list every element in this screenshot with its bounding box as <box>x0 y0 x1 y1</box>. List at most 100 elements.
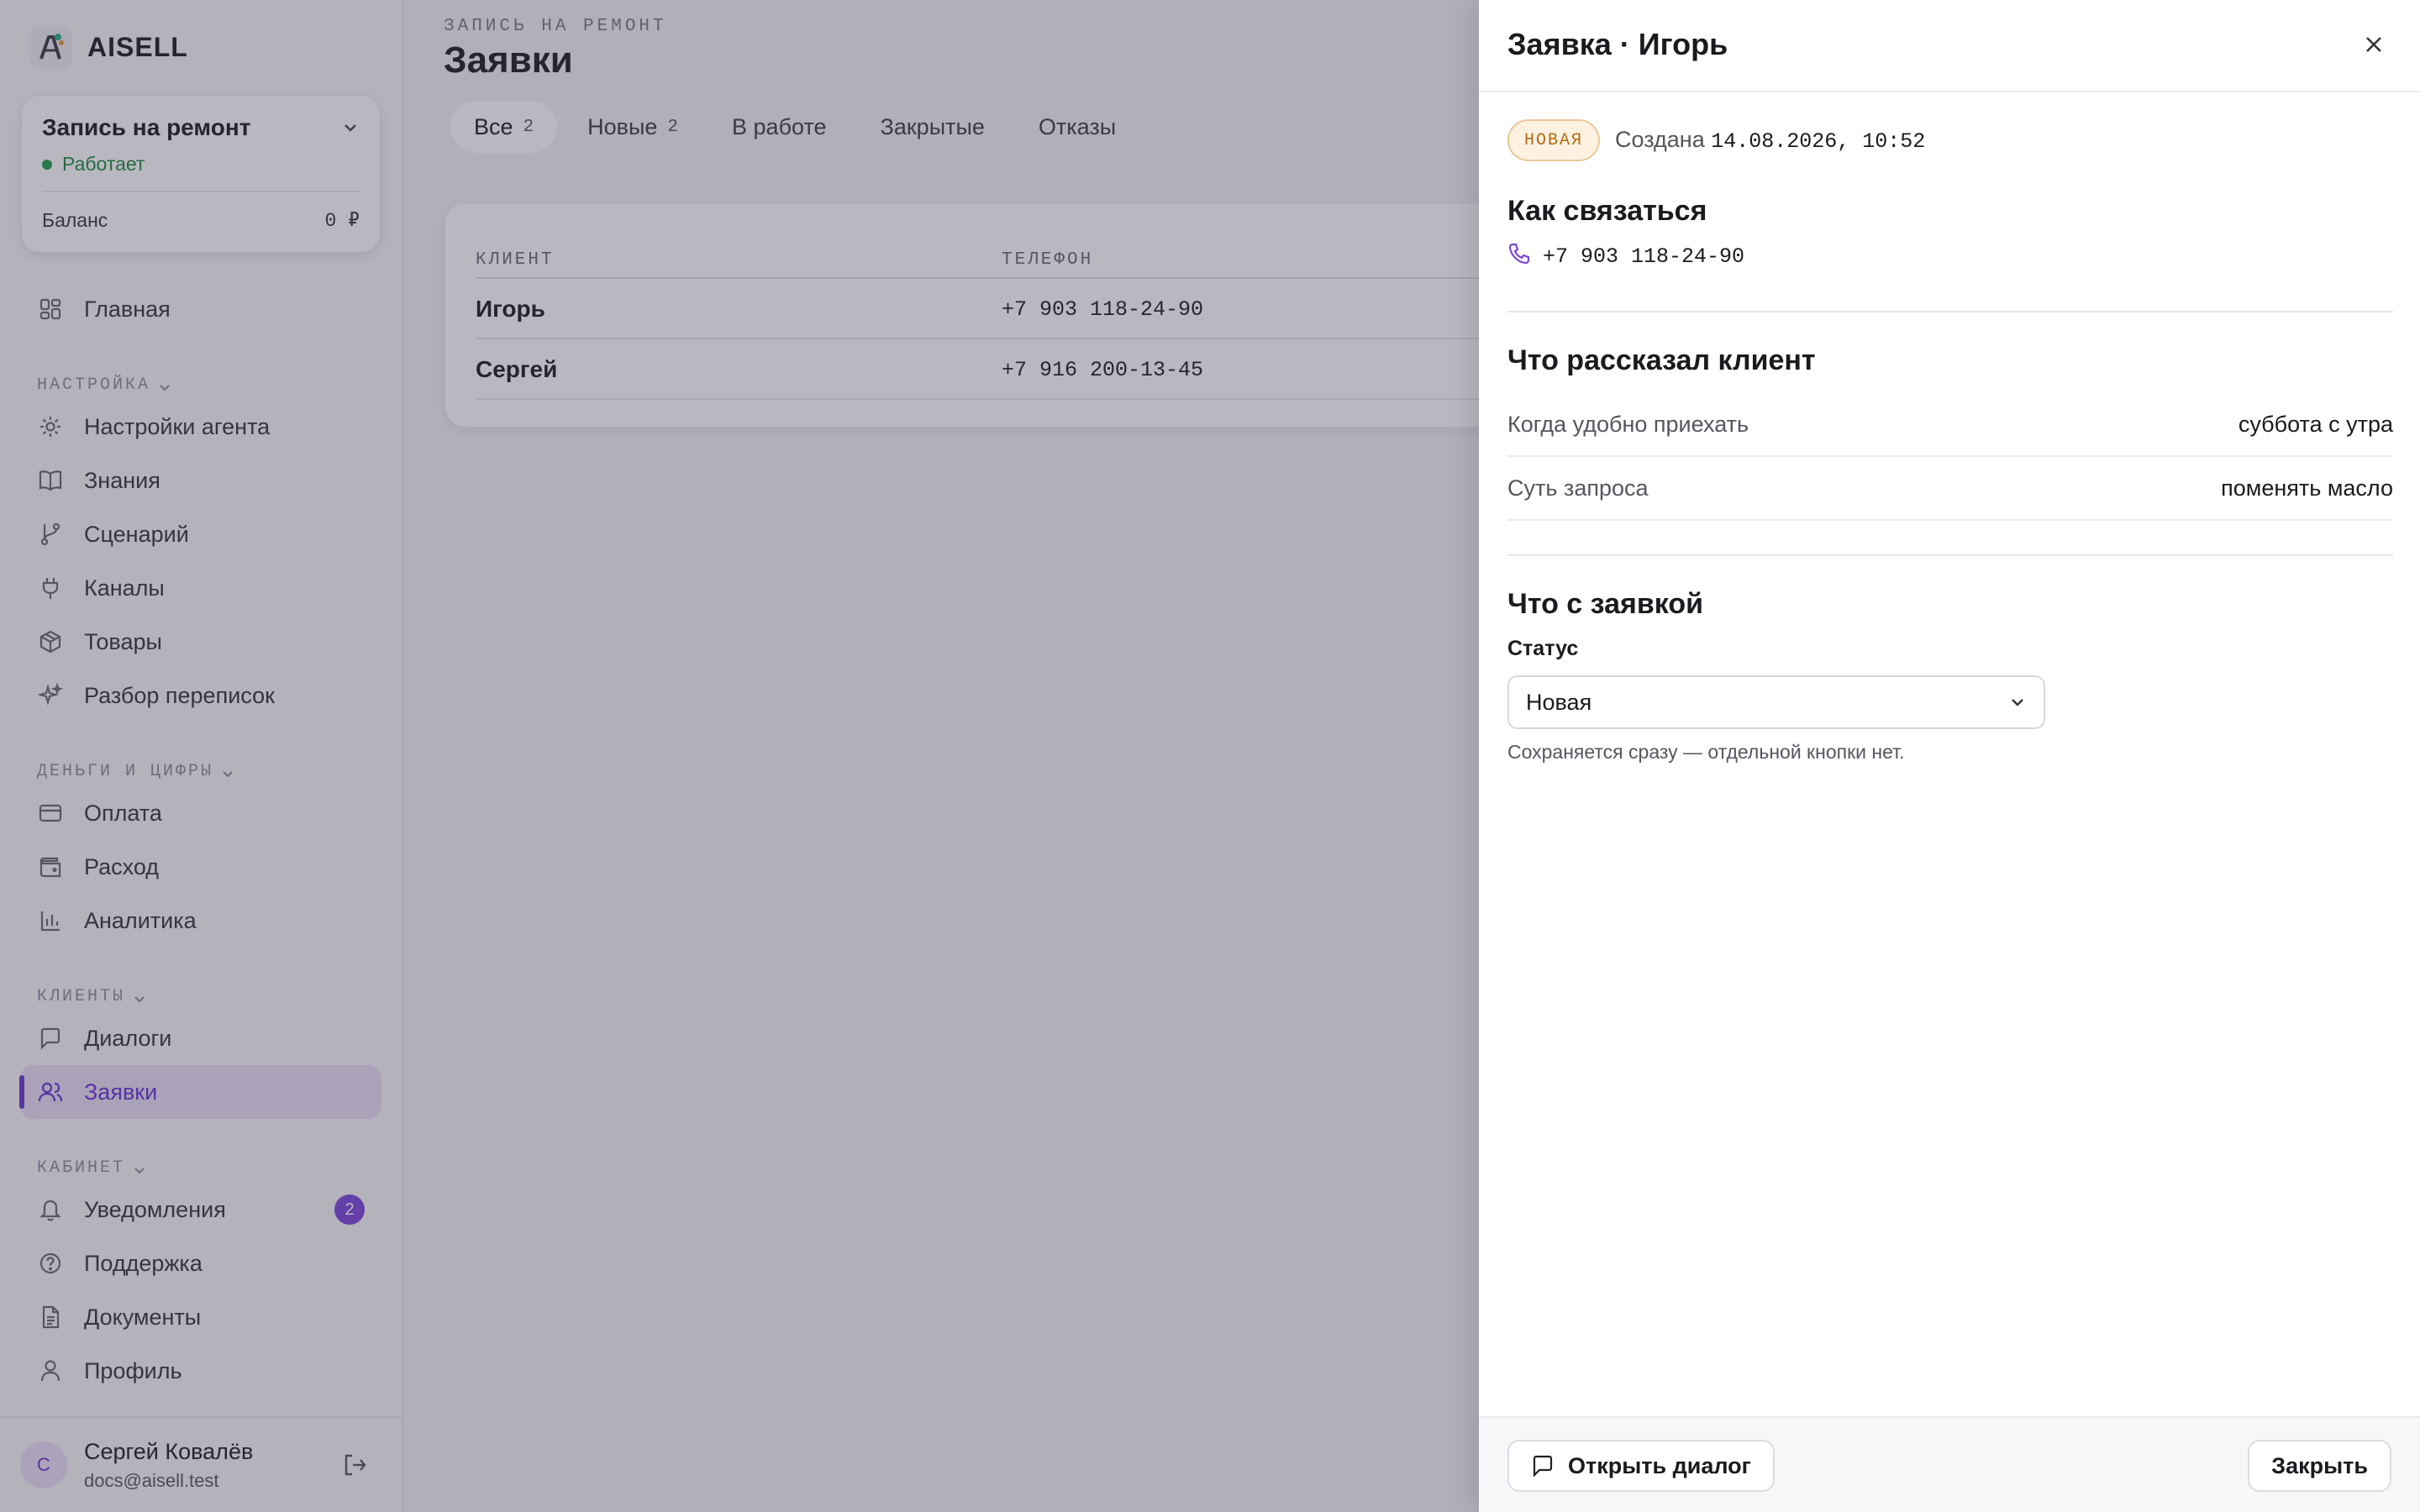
sidebar-item-label: Аналитика <box>84 907 197 933</box>
tab-label: В работе <box>732 113 827 139</box>
table-row[interactable]: Игорь +7 903 118-24-90 <box>476 279 1622 339</box>
sidebar-item-agent-settings[interactable]: Настройки агента <box>20 400 381 454</box>
logout-icon[interactable] <box>341 1452 368 1483</box>
book-icon <box>37 467 64 494</box>
box-icon <box>37 628 64 655</box>
page-eyebrow: ЗАПИСЬ НА РЕМОНТ <box>444 17 667 36</box>
open-dialog-button[interactable]: Открыть диалог <box>1507 1440 1775 1492</box>
sidebar-item-requests[interactable]: Заявки <box>19 1065 381 1119</box>
sidebar: AISELL Запись на ремонт Работает Баланс … <box>0 0 403 1512</box>
tab-rejected[interactable]: Отказы <box>1015 101 1139 153</box>
divider <box>42 191 360 192</box>
tab-closed[interactable]: Закрытые <box>857 101 1008 153</box>
section-label: КЛИЕНТЫ <box>37 987 126 1006</box>
status-select-value: Новая <box>1526 689 1592 715</box>
sidebar-item-products[interactable]: Товары <box>20 615 381 669</box>
table-row[interactable]: Сергей +7 916 200-13-45 <box>476 339 1622 400</box>
user-name: Сергей Ковалёв <box>84 1438 254 1464</box>
brand-logo-icon <box>29 25 72 69</box>
info-row: Когда удобно приехать суббота с утра <box>1507 393 2393 457</box>
divider <box>1507 311 2393 312</box>
sidebar-item-dialogs[interactable]: Диалоги <box>20 1011 381 1065</box>
section-cabinet[interactable]: КАБИНЕТ <box>20 1144 381 1178</box>
close-icon[interactable] <box>2361 32 2386 61</box>
drawer-title: Заявка · Игорь <box>1507 27 1728 61</box>
help-circle-icon <box>37 1250 64 1277</box>
column-header-client: КЛИЕНТ <box>476 250 555 270</box>
bar-chart-icon <box>37 907 64 934</box>
tab-label: Новые <box>587 113 658 139</box>
client-phone: +7 903 118-24-90 <box>1002 297 1204 322</box>
branch-icon <box>37 521 64 548</box>
section-money[interactable]: ДЕНЬГИ И ЦИФРЫ <box>20 748 381 781</box>
page-title: Заявки <box>444 39 573 81</box>
agent-switcher[interactable]: Запись на ремонт Работает Баланс 0 ₽ <box>22 96 380 252</box>
sidebar-item-label: Товары <box>84 628 162 654</box>
sidebar-item-channels[interactable]: Каналы <box>20 561 381 615</box>
drawer-footer: Открыть диалог Закрыть <box>1479 1416 2420 1512</box>
tab-in-progress[interactable]: В работе <box>708 101 850 153</box>
sidebar-item-profile[interactable]: Профиль <box>20 1344 381 1398</box>
tab-label: Все <box>474 113 513 139</box>
sidebar-item-documents[interactable]: Документы <box>20 1290 381 1344</box>
chevron-down-icon <box>223 771 233 778</box>
contact-phone-row[interactable]: +7 903 118-24-90 <box>1507 242 1744 271</box>
section-clients[interactable]: КЛИЕНТЫ <box>20 973 381 1006</box>
agent-title: Запись на ремонт <box>42 114 251 140</box>
sidebar-nav: Главная НАСТРОЙКА Настройки агента Знани… <box>19 282 381 1398</box>
sidebar-item-scenario[interactable]: Сценарий <box>20 507 381 561</box>
credit-card-icon <box>37 800 64 827</box>
sidebar-item-label: Знания <box>84 467 160 493</box>
bell-icon <box>37 1196 64 1223</box>
sidebar-item-notifications[interactable]: Уведомления 2 <box>20 1183 381 1236</box>
tab-label: Отказы <box>1038 113 1117 139</box>
tabs: Все 2 Новые 2 В работе Закрытые Отказы <box>450 101 1146 153</box>
tab-label: Закрытые <box>880 113 985 139</box>
grid-icon <box>37 296 64 323</box>
section-label: КАБИНЕТ <box>37 1158 126 1178</box>
chevron-down-icon <box>345 124 356 132</box>
sidebar-item-support[interactable]: Поддержка <box>20 1236 381 1290</box>
status-select[interactable]: Новая <box>1507 675 2045 729</box>
sidebar-item-label: Уведомления <box>84 1196 226 1222</box>
client-info-section-title: Что рассказал клиент <box>1507 344 1816 376</box>
info-value: поменять масло <box>2221 475 2393 501</box>
sidebar-item-home[interactable]: Главная <box>20 282 381 336</box>
tab-count: 2 <box>667 117 679 137</box>
balance-label: Баланс <box>42 209 108 231</box>
tab-all[interactable]: Все 2 <box>450 101 558 153</box>
sidebar-item-chat-review[interactable]: Разбор переписок <box>20 669 381 722</box>
tab-new[interactable]: Новые 2 <box>564 101 702 153</box>
plug-icon <box>37 575 64 601</box>
section-settings[interactable]: НАСТРОЙКА <box>20 361 381 395</box>
table-header: КЛИЕНТ ТЕЛЕФОН <box>476 250 1622 279</box>
sidebar-item-knowledge[interactable]: Знания <box>20 454 381 507</box>
message-square-icon <box>1531 1454 1555 1478</box>
avatar[interactable]: С <box>20 1441 67 1488</box>
chevron-down-icon <box>134 996 145 1003</box>
app-window: AISELL Запись на ремонт Работает Баланс … <box>0 0 2420 1512</box>
chevron-down-icon <box>2012 699 2023 706</box>
info-key: Суть запроса <box>1507 475 1649 501</box>
chevron-down-icon <box>160 385 170 391</box>
open-dialog-label: Открыть диалог <box>1568 1452 1751 1478</box>
status-dot-icon <box>42 159 52 170</box>
status-field-label: Статус <box>1507 637 1579 660</box>
requests-table: КЛИЕНТ ТЕЛЕФОН Игорь +7 903 118-24-90 Се… <box>445 203 1622 427</box>
message-square-icon <box>37 1025 64 1052</box>
sidebar-item-label: Разбор переписок <box>84 682 275 708</box>
request-meta: НОВАЯ Создана 14.08.2026, 10:52 <box>1507 119 1925 161</box>
sidebar-item-payment[interactable]: Оплата <box>20 786 381 840</box>
sidebar-item-label: Расход <box>84 853 160 879</box>
gear-icon <box>37 413 64 440</box>
phone-icon <box>1507 242 1531 271</box>
column-header-phone: ТЕЛЕФОН <box>1002 250 1094 270</box>
sidebar-item-expense[interactable]: Расход <box>20 840 381 894</box>
balance-row: Баланс 0 ₽ <box>42 209 360 232</box>
status-hint: Сохраняется сразу — отдельной кнопки нет… <box>1507 741 1905 763</box>
close-button[interactable]: Закрыть <box>2248 1440 2391 1492</box>
drawer-header: Заявка · Игорь <box>1479 0 2420 92</box>
status-badge: НОВАЯ <box>1507 119 1601 161</box>
sidebar-item-analytics[interactable]: Аналитика <box>20 894 381 948</box>
brand[interactable]: AISELL <box>29 25 188 69</box>
